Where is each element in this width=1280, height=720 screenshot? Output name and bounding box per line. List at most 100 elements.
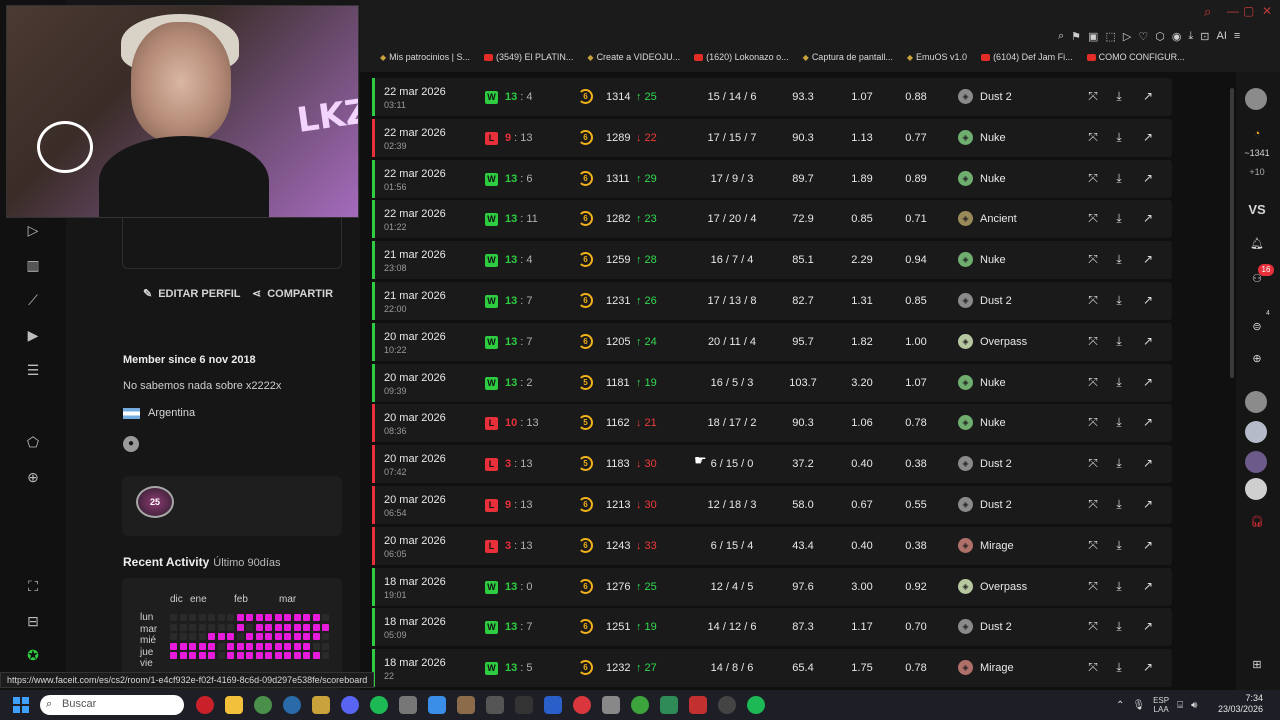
download-icon[interactable]: ⤓ xyxy=(1112,293,1126,308)
app-icon[interactable] xyxy=(602,696,620,714)
download-icon[interactable]: ⤓ xyxy=(1188,30,1193,43)
match-row[interactable]: 22 mar 2026 02:39 L 9 : 13 6 1289 ↓ 22 17 / 15 … xyxy=(372,118,1172,157)
match-row[interactable]: 22 mar 2026 01:22 W 13 : 11 6 1282 ↑ 23 17 / 20… xyxy=(372,200,1172,239)
download-icon[interactable]: ⤓ xyxy=(1112,375,1126,390)
expand-icon[interactable]: ⛶ xyxy=(23,578,43,595)
expand-icon[interactable]: ⤧ xyxy=(1086,334,1100,349)
download-icon[interactable]: ⤓ xyxy=(1112,619,1126,634)
opera-icon[interactable] xyxy=(196,696,214,714)
minimize-icon[interactable]: — xyxy=(1227,4,1239,18)
bookmark-item[interactable]: (3549) El PLATIN... xyxy=(484,52,573,62)
play-icon[interactable]: ▷ xyxy=(1123,30,1131,43)
puzzle-icon[interactable]: ⬡ xyxy=(1155,30,1165,43)
external-link-icon[interactable]: ↗ xyxy=(1141,130,1155,144)
expand-icon[interactable]: ⤧ xyxy=(1086,252,1100,267)
expand-icon[interactable]: ⤧ xyxy=(1086,211,1100,226)
bookmark-item[interactable]: ◆ Create a VIDEOJU... xyxy=(587,52,680,62)
match-row[interactable]: 20 mar 2026 06:54 L 9 : 13 6 1213 ↓ 30 12 / 18 … xyxy=(372,486,1172,524)
external-link-icon[interactable]: ↗ xyxy=(1141,619,1155,633)
expand-icon[interactable]: ⤧ xyxy=(1086,456,1100,471)
external-link-icon[interactable]: ↗ xyxy=(1141,497,1155,511)
match-row[interactable]: 20 mar 2026 06:05 L 3 : 13 6 1243 ↓ 33 6 / 15 /… xyxy=(372,526,1172,565)
add-icon[interactable]: ⊕ xyxy=(1246,352,1268,365)
external-link-icon[interactable]: ↗ xyxy=(1141,538,1155,552)
external-link-icon[interactable]: ↗ xyxy=(1141,415,1155,429)
lock-icon[interactable]: ⊡ xyxy=(1200,30,1209,43)
external-link-icon[interactable]: ↗ xyxy=(1141,375,1155,389)
club-icon[interactable]: ⬠ xyxy=(23,434,43,451)
discord-icon[interactable] xyxy=(341,696,359,714)
avatar[interactable] xyxy=(1245,451,1267,473)
scrollbar[interactable] xyxy=(1230,88,1234,378)
network-icon[interactable]: ⌸ xyxy=(1177,700,1183,711)
notes-icon[interactable] xyxy=(428,696,446,714)
download-icon[interactable]: ⤓ xyxy=(1112,456,1126,471)
expand-icon[interactable]: ⤧ xyxy=(1086,497,1100,512)
list-icon[interactable]: ☰ xyxy=(23,362,43,379)
expand-icon[interactable]: ⤧ xyxy=(1086,130,1100,145)
party-icon[interactable]: ⊜ xyxy=(1246,320,1268,333)
capcut-icon[interactable] xyxy=(515,696,533,714)
match-row[interactable]: 22 mar 2026 03:11 W 13 : 4 6 1314 ↑ 25 15 / 14 … xyxy=(372,78,1172,116)
avatar[interactable] xyxy=(1245,391,1267,413)
match-row[interactable]: 18 mar 2026 22 W 13 : 5 6 1232 ↑ 27 14 / 8 / 6 6… xyxy=(372,649,1172,688)
screenshot-icon[interactable]: ▣ xyxy=(1088,30,1098,43)
match-row[interactable]: 21 mar 2026 22:00 W 13 : 7 6 1231 ↑ 26 17 / 13 … xyxy=(372,282,1172,320)
expand-icon[interactable]: ⤧ xyxy=(1086,660,1100,675)
car-icon[interactable] xyxy=(486,696,504,714)
extension-icon[interactable]: ⬚ xyxy=(1105,30,1115,43)
avatar[interactable] xyxy=(1245,88,1267,110)
bookmark-item[interactable]: (1620) Lokonazo o... xyxy=(694,52,789,62)
green-app-icon[interactable] xyxy=(660,696,678,714)
red-square-icon[interactable] xyxy=(689,696,707,714)
bell-icon[interactable]: 🔔︎ xyxy=(1246,237,1268,250)
download-icon[interactable]: ⤓ xyxy=(1112,171,1126,186)
star-icon[interactable]: ✪ xyxy=(23,647,43,664)
expand-icon[interactable]: ⤧ xyxy=(1086,538,1100,553)
expand-icon[interactable]: ⤧ xyxy=(1086,375,1100,390)
match-row[interactable]: 21 mar 2026 23:08 W 13 : 4 6 1259 ↑ 28 16 / 7 /… xyxy=(372,241,1172,280)
external-link-icon[interactable]: ↗ xyxy=(1141,456,1155,470)
spotify-icon[interactable] xyxy=(747,696,765,714)
download-icon[interactable]: ⤓ xyxy=(1112,660,1126,675)
close-icon[interactable]: ✕ xyxy=(1262,4,1272,18)
download-icon[interactable]: ⤓ xyxy=(1112,579,1126,594)
download-icon[interactable]: ⤓ xyxy=(1112,334,1126,349)
trend-icon[interactable]: ⟋ xyxy=(23,292,43,309)
app-icon[interactable] xyxy=(399,696,417,714)
match-row[interactable]: 20 mar 2026 08:36 L 10 : 13 5 1162 ↓ 21 18 / 17… xyxy=(372,404,1172,443)
shield-icon[interactable] xyxy=(312,696,330,714)
vs-label[interactable]: VS xyxy=(1246,202,1268,217)
steam-icon[interactable]: ● xyxy=(123,436,139,452)
bookmark-item[interactable]: COMO CONFIGUR... xyxy=(1086,52,1185,62)
obs-icon[interactable] xyxy=(718,696,736,714)
external-link-icon[interactable]: ↗ xyxy=(1141,89,1155,103)
expand-icon[interactable]: ⤧ xyxy=(1086,415,1100,430)
clock[interactable]: 7:34 23/03/2026 xyxy=(1218,693,1263,715)
bookmark-item[interactable]: ◆ EmuOS v1.0 xyxy=(907,52,967,62)
ai-button[interactable]: AI xyxy=(1217,30,1227,43)
game-icon[interactable] xyxy=(457,696,475,714)
search-icon[interactable]: ⌕ xyxy=(1204,4,1211,20)
external-link-icon[interactable]: ↗ xyxy=(1141,660,1155,674)
start-button[interactable] xyxy=(13,697,29,713)
spotify-icon[interactable] xyxy=(370,696,388,714)
bookmark-item[interactable]: (6104) Def Jam Fi... xyxy=(981,52,1073,62)
external-link-icon[interactable]: ↗ xyxy=(1141,579,1155,593)
mic-icon[interactable]: 🎙︎ xyxy=(1132,700,1145,711)
heart-icon[interactable]: ♡ xyxy=(1138,30,1148,43)
download-icon[interactable]: ⤓ xyxy=(1112,89,1126,104)
shop-icon[interactable]: ⊟ xyxy=(23,613,43,630)
expand-icon[interactable]: ⤧ xyxy=(1086,171,1100,186)
expand-icon[interactable]: ⤧ xyxy=(1086,619,1100,634)
download-icon[interactable]: ⤓ xyxy=(1112,497,1126,512)
external-link-icon[interactable]: ↗ xyxy=(1141,252,1155,266)
folder-icon[interactable] xyxy=(225,696,243,714)
match-row[interactable]: 22 mar 2026 01:56 W 13 : 6 6 1311 ↑ 29 17 / 9 /… xyxy=(372,159,1172,198)
add-icon[interactable]: ⊕ xyxy=(23,469,43,486)
edit-profile-button[interactable]: ✎ EDITAR PERFIL xyxy=(143,287,241,301)
expand-icon[interactable]: ⤧ xyxy=(1086,579,1100,594)
expand-icon[interactable]: ⤧ xyxy=(1086,89,1100,104)
headset-icon[interactable]: 🎧︎ xyxy=(1246,515,1268,528)
share-button[interactable]: ⋖ COMPARTIR xyxy=(252,287,333,301)
